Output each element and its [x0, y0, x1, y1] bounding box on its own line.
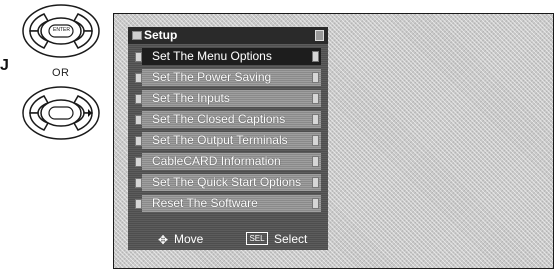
menu-item-label: Reset The Software — [152, 196, 258, 210]
menu-item-cablecard-information[interactable]: CableCARD Information — [135, 153, 321, 170]
remote-control-bottom — [22, 86, 100, 140]
item-right-tab-icon — [312, 93, 319, 104]
enter-button-label: ENTER — [53, 27, 70, 33]
menu-item-label: Set The Quick Start Options — [152, 175, 302, 189]
item-right-tab-icon — [312, 114, 319, 125]
menu-item-label: Set The Menu Options — [152, 49, 272, 63]
item-left-tab-icon — [135, 136, 142, 146]
item-left-tab-icon — [135, 115, 142, 125]
item-left-tab-icon — [135, 178, 142, 188]
item-right-tab-icon — [312, 177, 319, 188]
menu-item-label: Set The Inputs — [152, 91, 230, 105]
tv-screen: Setup Set The Menu Options Set The Power… — [113, 13, 554, 269]
sel-button-icon: SEL — [246, 232, 268, 245]
menu-item-label: Set The Power Saving — [152, 70, 272, 84]
move-hint: Move — [174, 232, 204, 246]
item-right-tab-icon — [312, 135, 319, 146]
item-left-tab-icon — [135, 73, 142, 83]
dpad-right-arrow-icon — [22, 86, 100, 140]
edge-glyph: J — [0, 57, 9, 74]
menu-item-label: CableCARD Information — [152, 154, 281, 168]
setup-menu: Setup Set The Menu Options Set The Power… — [128, 27, 328, 250]
menu-footer: ✥ Move SEL Select — [142, 229, 328, 249]
item-right-tab-icon — [312, 51, 319, 62]
menu-title: Setup — [144, 28, 178, 42]
menu-title-bar: Setup — [128, 27, 328, 44]
item-left-tab-icon — [135, 157, 142, 167]
menu-item-power-saving[interactable]: Set The Power Saving — [135, 69, 321, 86]
item-left-tab-icon — [135, 94, 142, 104]
item-right-tab-icon — [312, 156, 319, 167]
select-hint: Select — [274, 232, 308, 246]
item-right-tab-icon — [312, 72, 319, 83]
move-arrows-icon: ✥ — [158, 233, 169, 247]
menu-item-menu-options[interactable]: Set The Menu Options — [135, 48, 321, 65]
menu-item-reset-software[interactable]: Reset The Software — [135, 195, 321, 212]
menu-item-inputs[interactable]: Set The Inputs — [135, 90, 321, 107]
menu-icon — [132, 31, 142, 40]
menu-item-closed-captions[interactable]: Set The Closed Captions — [135, 111, 321, 128]
menu-item-quick-start-options[interactable]: Set The Quick Start Options — [135, 174, 321, 191]
menu-item-label: Set The Closed Captions — [152, 112, 286, 126]
menu-item-output-terminals[interactable]: Set The Output Terminals — [135, 132, 321, 149]
item-right-tab-icon — [312, 198, 319, 209]
item-left-tab-icon — [135, 52, 142, 62]
menu-item-label: Set The Output Terminals — [152, 133, 288, 147]
scroll-indicator-icon — [315, 30, 324, 41]
or-label: OR — [52, 67, 70, 79]
item-left-tab-icon — [135, 199, 142, 209]
